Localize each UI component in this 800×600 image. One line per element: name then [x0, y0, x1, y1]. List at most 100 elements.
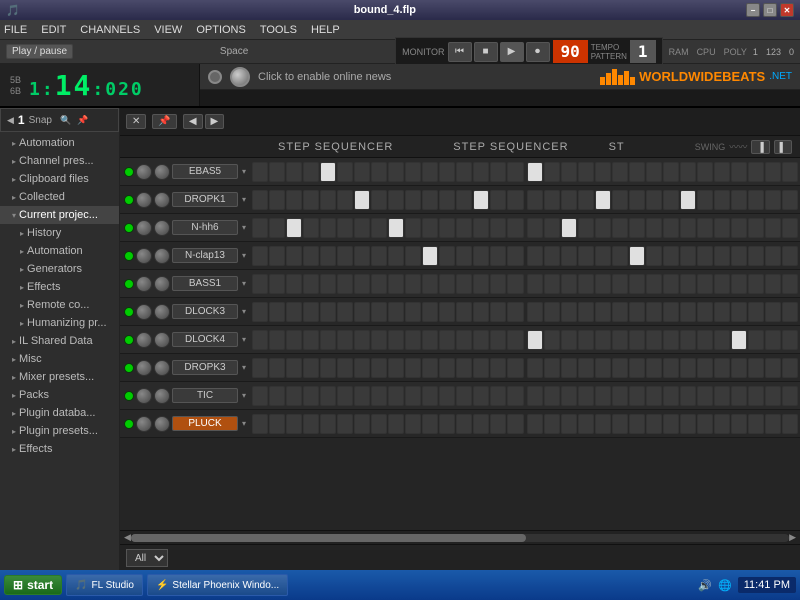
seq-step-btn[interactable] — [578, 302, 594, 322]
seq-step-btn[interactable] — [507, 330, 523, 350]
seq-step-btn[interactable] — [561, 218, 577, 238]
seq-step-btn[interactable] — [578, 274, 594, 294]
start-button[interactable]: ⊞ start — [4, 575, 62, 595]
seq-step-btn[interactable] — [507, 414, 523, 434]
seq-step-btn[interactable] — [578, 218, 594, 238]
row-led[interactable] — [124, 335, 134, 345]
seq-step-btn[interactable] — [663, 274, 679, 294]
seq-step-btn[interactable] — [680, 218, 696, 238]
seq-step-btn[interactable] — [527, 358, 543, 378]
seq-step-btn[interactable] — [714, 386, 730, 406]
seq-step-btn[interactable] — [286, 386, 302, 406]
menu-file[interactable]: FILE — [4, 24, 27, 36]
seq-step-btn[interactable] — [629, 386, 645, 406]
seq-step-btn[interactable] — [405, 274, 421, 294]
seq-step-btn[interactable] — [680, 246, 696, 266]
seq-step-btn[interactable] — [561, 414, 577, 434]
seq-step-btn[interactable] — [561, 162, 577, 182]
seq-step-btn[interactable] — [473, 274, 489, 294]
rewind-button[interactable]: ⏮ — [448, 42, 472, 62]
seq-step-btn[interactable] — [765, 274, 781, 294]
seq-step-btn[interactable] — [371, 246, 387, 266]
seq-step-btn[interactable] — [561, 358, 577, 378]
seq-step-btn[interactable] — [544, 274, 560, 294]
seq-step-btn[interactable] — [473, 162, 489, 182]
row-led[interactable] — [124, 279, 134, 289]
seq-step-btn[interactable] — [371, 386, 387, 406]
seq-step-btn[interactable] — [405, 386, 421, 406]
seq-step-btn[interactable] — [473, 302, 489, 322]
seq-step-btn[interactable] — [490, 414, 506, 434]
snap-arrow[interactable]: ◀ — [7, 115, 14, 126]
seq-step-btn[interactable] — [320, 274, 336, 294]
seq-step-btn[interactable] — [731, 162, 747, 182]
seq-step-btn[interactable] — [439, 218, 455, 238]
seq-step-btn[interactable] — [405, 302, 421, 322]
seq-step-btn[interactable] — [286, 246, 302, 266]
seq-step-btn[interactable] — [320, 190, 336, 210]
row-led[interactable] — [124, 223, 134, 233]
seq-step-btn[interactable] — [439, 190, 455, 210]
seq-step-btn[interactable] — [544, 358, 560, 378]
seq-step-btn[interactable] — [544, 414, 560, 434]
seq-step-btn[interactable] — [422, 162, 438, 182]
seq-step-btn[interactable] — [612, 162, 628, 182]
seq-step-btn[interactable] — [303, 190, 319, 210]
row-led[interactable] — [124, 419, 134, 429]
seq-step-btn[interactable] — [320, 330, 336, 350]
seq-step-btn[interactable] — [595, 330, 611, 350]
row-knob-volume[interactable] — [136, 388, 152, 404]
maximize-button[interactable]: □ — [763, 3, 777, 17]
seq-step-btn[interactable] — [782, 274, 798, 294]
seq-step-btn[interactable] — [765, 246, 781, 266]
seq-step-btn[interactable] — [354, 190, 370, 210]
seq-step-btn[interactable] — [731, 274, 747, 294]
row-name[interactable]: DLOCK3 — [172, 304, 238, 319]
seq-step-btn[interactable] — [405, 190, 421, 210]
row-knob-pan[interactable] — [154, 304, 170, 320]
seq-step-btn[interactable] — [527, 246, 543, 266]
sidebar-item-collected[interactable]: ▸ Collected — [0, 188, 119, 206]
seq-step-btn[interactable] — [456, 190, 472, 210]
seq-step-btn[interactable] — [388, 302, 404, 322]
seq-step-btn[interactable] — [388, 274, 404, 294]
seq-step-btn[interactable] — [456, 386, 472, 406]
seq-step-btn[interactable] — [473, 246, 489, 266]
news-text[interactable]: Click to enable online news — [258, 71, 592, 83]
seq-step-btn[interactable] — [405, 246, 421, 266]
close-button[interactable]: ✕ — [780, 3, 794, 17]
seq-step-btn[interactable] — [252, 414, 268, 434]
seq-step-btn[interactable] — [422, 190, 438, 210]
seq-step-btn[interactable] — [490, 246, 506, 266]
seq-step-btn[interactable] — [439, 246, 455, 266]
seq-step-btn[interactable] — [371, 302, 387, 322]
seq-step-btn[interactable] — [371, 218, 387, 238]
seq-step-btn[interactable] — [748, 414, 764, 434]
seq-step-btn[interactable] — [527, 162, 543, 182]
seq-step-btn[interactable] — [303, 274, 319, 294]
seq-step-btn[interactable] — [680, 274, 696, 294]
seq-step-btn[interactable] — [765, 330, 781, 350]
seq-step-btn[interactable] — [473, 218, 489, 238]
row-name[interactable]: TIC — [172, 388, 238, 403]
seq-step-btn[interactable] — [473, 386, 489, 406]
seq-step-btn[interactable] — [456, 246, 472, 266]
row-knob-pan[interactable] — [154, 276, 170, 292]
seq-step-btn[interactable] — [629, 190, 645, 210]
seq-step-btn[interactable] — [337, 414, 353, 434]
seq-step-btn[interactable] — [646, 414, 662, 434]
taskbar-fl-studio[interactable]: 🎵 FL Studio — [66, 574, 143, 596]
sidebar-item-automation[interactable]: ▸ Automation — [0, 134, 119, 152]
seq-step-btn[interactable] — [697, 358, 713, 378]
seq-step-btn[interactable] — [765, 190, 781, 210]
seq-step-btn[interactable] — [697, 246, 713, 266]
seq-step-btn[interactable] — [507, 386, 523, 406]
seq-step-btn[interactable] — [629, 162, 645, 182]
seq-step-btn[interactable] — [663, 190, 679, 210]
seq-step-btn[interactable] — [680, 190, 696, 210]
row-knob-volume[interactable] — [136, 192, 152, 208]
seq-step-btn[interactable] — [561, 274, 577, 294]
seq-pin-btn[interactable]: 📌 — [152, 114, 176, 129]
seq-step-btn[interactable] — [578, 330, 594, 350]
seq-step-btn[interactable] — [388, 358, 404, 378]
